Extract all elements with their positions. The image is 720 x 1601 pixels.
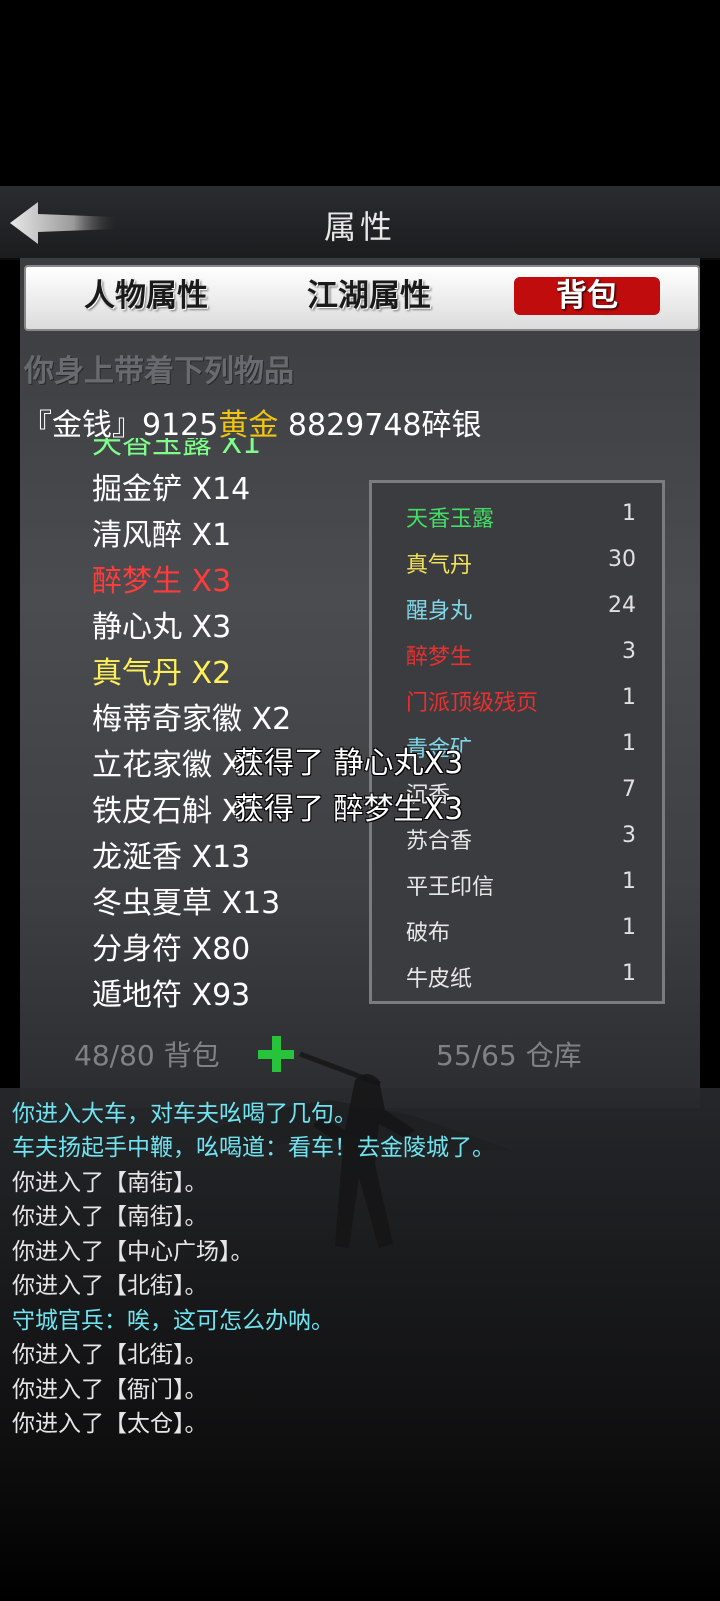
header-bar: 属性 bbox=[0, 186, 720, 260]
swordsman-silhouette-icon bbox=[210, 1051, 510, 1248]
inventory-subtitle: 你身上带着下列物品 bbox=[24, 354, 294, 389]
log-line: 你进入了【衙门】。 bbox=[12, 1377, 208, 1403]
inventory-item[interactable]: 龙涎香 X13 bbox=[69, 832, 281, 876]
inventory-item[interactable]: 天香玉露 X1 bbox=[69, 438, 281, 462]
inventory-item[interactable]: 真气丹 X2 bbox=[69, 648, 281, 692]
inventory-item[interactable]: 遁地符 X93 bbox=[69, 970, 281, 1010]
inventory-item[interactable]: 清风醉 X1 bbox=[69, 510, 281, 554]
page-title: 属性 bbox=[323, 208, 396, 246]
log-line: 你进入大车，对车夫吆喝了几句。 bbox=[12, 1101, 357, 1127]
tab-character-attributes[interactable]: 人物属性 bbox=[66, 276, 226, 316]
loot-message: 获得了 醉梦生X3 bbox=[234, 792, 464, 827]
inventory-item[interactable]: 静心丸 X3 bbox=[69, 602, 281, 646]
log-line: 你进入了【南街】。 bbox=[12, 1170, 208, 1196]
log-line: 你进入了【北街】。 bbox=[12, 1273, 208, 1299]
inventory-item[interactable]: 分身符 X80 bbox=[69, 924, 281, 968]
inventory-item[interactable]: 掘金铲 X14 bbox=[69, 464, 281, 508]
tab-backpack[interactable]: 背包 bbox=[514, 277, 660, 315]
inventory-item[interactable]: 冬虫夏草 X13 bbox=[69, 878, 281, 922]
status-bar-area bbox=[0, 0, 720, 186]
inventory-item[interactable]: 梅蒂奇家徽 X2 bbox=[69, 694, 291, 738]
log-line: 守城官兵：唉，这可怎么办呐。 bbox=[12, 1308, 334, 1334]
loot-message: 获得了 静心丸X3 bbox=[234, 746, 464, 781]
message-log: 你进入大车，对车夫吆喝了几句。 车夫扬起手中鞭，吆喝道：看车！去金陵城了。 你进… bbox=[0, 1051, 720, 1601]
tab-bar: 人物属性 江湖属性 背包 bbox=[24, 265, 700, 331]
log-line: 你进入了【太仓】。 bbox=[12, 1411, 208, 1437]
tab-jianghu-attributes[interactable]: 江湖属性 bbox=[289, 276, 449, 316]
log-line: 车夫扬起手中鞭，吆喝道：看车！去金陵城了。 bbox=[12, 1135, 495, 1161]
log-line: 你进入了【中心广场】。 bbox=[12, 1239, 254, 1265]
log-line: 你进入了【北街】。 bbox=[12, 1342, 208, 1368]
log-line: 你进入了【南街】。 bbox=[12, 1204, 208, 1230]
inventory-item[interactable]: 醉梦生 X3 bbox=[69, 556, 281, 600]
